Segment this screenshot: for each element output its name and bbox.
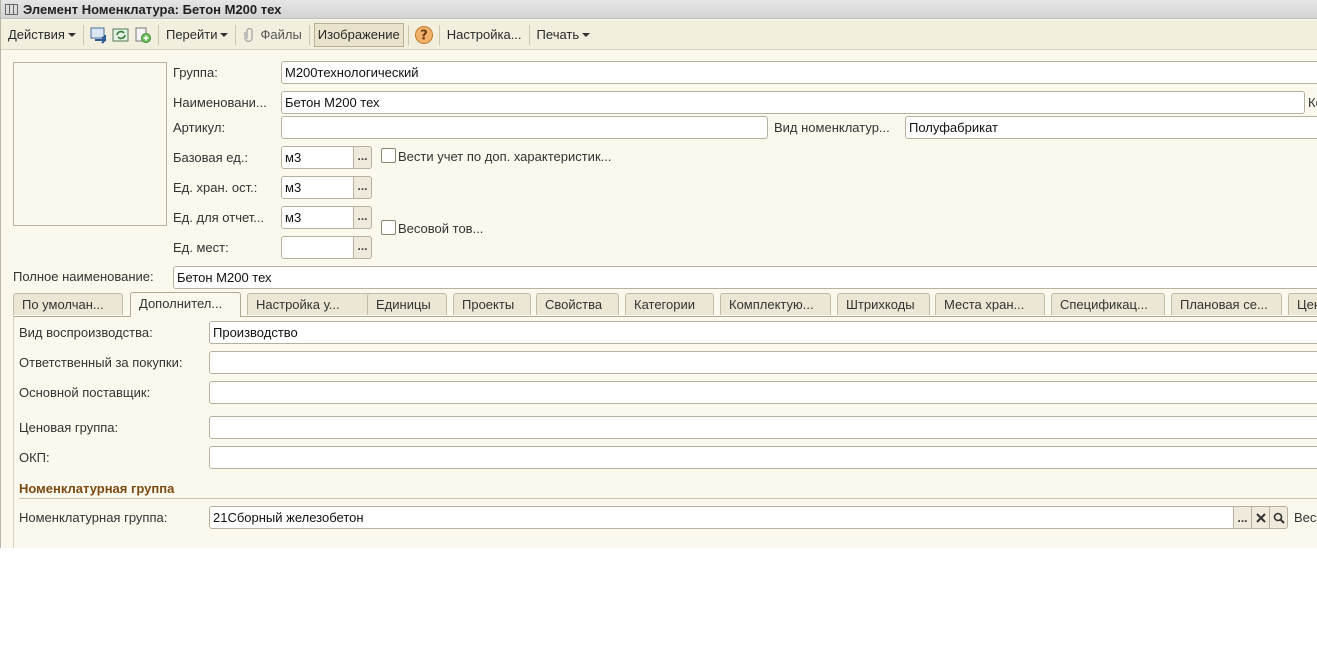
name-field[interactable]: Бетон М200 тех <box>281 91 1305 114</box>
tab-projects[interactable]: Проекты <box>453 293 531 315</box>
tab-units[interactable]: Единицы <box>367 293 447 315</box>
places-unit-field[interactable] <box>281 236 354 259</box>
main-supplier-field[interactable] <box>209 381 1317 404</box>
tab-defaults[interactable]: По умолчан... <box>13 293 123 315</box>
full-name-field[interactable]: Бетон М200 тех <box>173 266 1317 289</box>
goto-menu-button[interactable]: Перейти <box>163 23 232 47</box>
tab-planned-cost[interactable]: Плановая се... <box>1171 293 1282 315</box>
chevron-down-icon <box>220 32 229 37</box>
nomenclature-group-label: Номенклатурная группа: <box>19 510 168 525</box>
storage-unit-select-button[interactable]: ... <box>353 176 372 199</box>
tab-components[interactable]: Комплектую... <box>720 293 831 315</box>
storage-unit-label: Ед. хран. ост.: <box>173 180 258 195</box>
price-group-field[interactable] <box>209 416 1317 439</box>
files-button[interactable]: Файлы <box>240 23 304 47</box>
nomenclature-group-field[interactable]: 21Сборный железобетон <box>209 506 1234 529</box>
item-image-box[interactable] <box>13 62 167 226</box>
code-label-clipped: Ко <box>1308 95 1317 110</box>
toolbar-separator <box>407 24 409 45</box>
chevron-down-icon <box>67 32 76 37</box>
print-menu-button[interactable]: Печать <box>534 23 594 47</box>
section-divider <box>19 498 1317 499</box>
toolbar-separator <box>235 24 237 45</box>
okp-field[interactable] <box>209 446 1317 469</box>
svg-text:?: ? <box>420 28 428 43</box>
save-close-icon <box>90 27 107 44</box>
places-unit-label: Ед. мест: <box>173 240 229 255</box>
weight-item-checkbox[interactable] <box>381 220 396 235</box>
image-toggle-label: Изображение <box>317 27 400 42</box>
full-name-label: Полное наименование: <box>13 269 154 284</box>
help-button[interactable]: ? <box>413 24 435 46</box>
nomenclature-group-open-button[interactable] <box>1269 506 1288 529</box>
copy-new-button[interactable] <box>132 24 154 46</box>
report-unit-field[interactable]: м3 <box>281 206 354 229</box>
actions-menu-button[interactable]: Действия <box>5 23 79 47</box>
title-bar: Элемент Номенклатура: Бетон М200 тех <box>1 0 1317 19</box>
toolbar-separator <box>157 24 159 45</box>
files-label: Файлы <box>260 27 302 42</box>
toolbar-separator <box>528 24 530 45</box>
nomenclature-group-select-button[interactable]: ... <box>1233 506 1252 529</box>
toolbar-separator <box>438 24 440 45</box>
refresh-icon <box>112 28 129 41</box>
settings-label: Настройка... <box>446 27 522 42</box>
price-group-label: Ценовая группа: <box>19 420 119 435</box>
item-kind-label: Вид номенклатур... <box>774 120 890 135</box>
base-unit-label: Базовая ед.: <box>173 150 249 165</box>
print-menu-label: Печать <box>536 27 580 42</box>
report-unit-select-button[interactable]: ... <box>353 206 372 229</box>
item-kind-field[interactable]: Полуфабрикат <box>905 116 1317 139</box>
group-field[interactable]: М200технологический <box>281 61 1317 84</box>
form-window: Элемент Номенклатура: Бетон М200 тех Дей… <box>0 0 1317 548</box>
report-unit-label: Ед. для отчет... <box>173 210 265 225</box>
save-close-button[interactable] <box>88 24 110 46</box>
article-label: Артикул: <box>173 120 226 135</box>
search-icon <box>1273 512 1285 524</box>
paperclip-icon <box>244 27 254 42</box>
extra-characteristics-checkbox[interactable] <box>381 148 396 163</box>
okp-label: ОКП: <box>19 450 50 465</box>
tab-barcodes[interactable]: Штрихкоды <box>837 293 930 315</box>
settings-button[interactable]: Настройка... <box>444 23 525 47</box>
tab-bar: По умолчан... Дополнител... Настройка у.… <box>13 292 1317 317</box>
nomenclature-group-section-title: Номенклатурная группа <box>19 481 175 496</box>
close-icon <box>1255 512 1266 523</box>
purchase-responsible-field[interactable] <box>209 351 1317 374</box>
tab-properties[interactable]: Свойства <box>536 293 619 315</box>
tab-categories[interactable]: Категории <box>625 293 714 315</box>
tab-prices[interactable]: Цен <box>1288 293 1317 315</box>
refresh-button[interactable] <box>110 24 132 46</box>
nomenclature-group-clear-button[interactable] <box>1251 506 1270 529</box>
image-toggle-button[interactable]: Изображение <box>313 22 404 47</box>
chevron-down-icon <box>582 32 591 37</box>
weight-item-label: Весовой тов... <box>398 221 484 236</box>
window-title: Элемент Номенклатура: Бетон М200 тех <box>23 1 282 17</box>
tab-additional[interactable]: Дополнител... <box>130 292 241 317</box>
toolbar-separator <box>308 24 310 45</box>
actions-menu-label: Действия <box>8 27 65 42</box>
copy-new-icon <box>135 27 151 43</box>
tab-accounting-settings[interactable]: Настройка у... <box>247 293 373 315</box>
tab-storage-places[interactable]: Места хран... <box>935 293 1045 315</box>
toolbar-separator <box>82 24 84 45</box>
extra-characteristics-label: Вести учет по доп. характеристик... <box>398 149 612 164</box>
places-unit-select-button[interactable]: ... <box>353 236 372 259</box>
weight-label-clipped: Вес <box>1294 510 1317 525</box>
reproduction-kind-label: Вид воспроизводства: <box>19 325 153 340</box>
storage-unit-field[interactable]: м3 <box>281 176 354 199</box>
tab-specifications[interactable]: Спецификац... <box>1051 293 1165 315</box>
group-label: Группа: <box>173 65 218 80</box>
toolbar: Действия Перейти Файлы Изображение ? Нас… <box>1 20 1317 50</box>
name-label: Наименовани... <box>173 95 267 110</box>
reproduction-kind-field[interactable]: Производство <box>209 321 1317 344</box>
goto-menu-label: Перейти <box>165 27 218 42</box>
base-unit-field[interactable]: м3 <box>281 146 354 169</box>
window-icon <box>5 3 18 15</box>
main-supplier-label: Основной поставщик: <box>19 385 151 400</box>
article-field[interactable] <box>281 116 768 139</box>
base-unit-select-button[interactable]: ... <box>353 146 372 169</box>
purchase-responsible-label: Ответственный за покупки: <box>19 355 183 370</box>
help-icon: ? <box>414 25 433 44</box>
